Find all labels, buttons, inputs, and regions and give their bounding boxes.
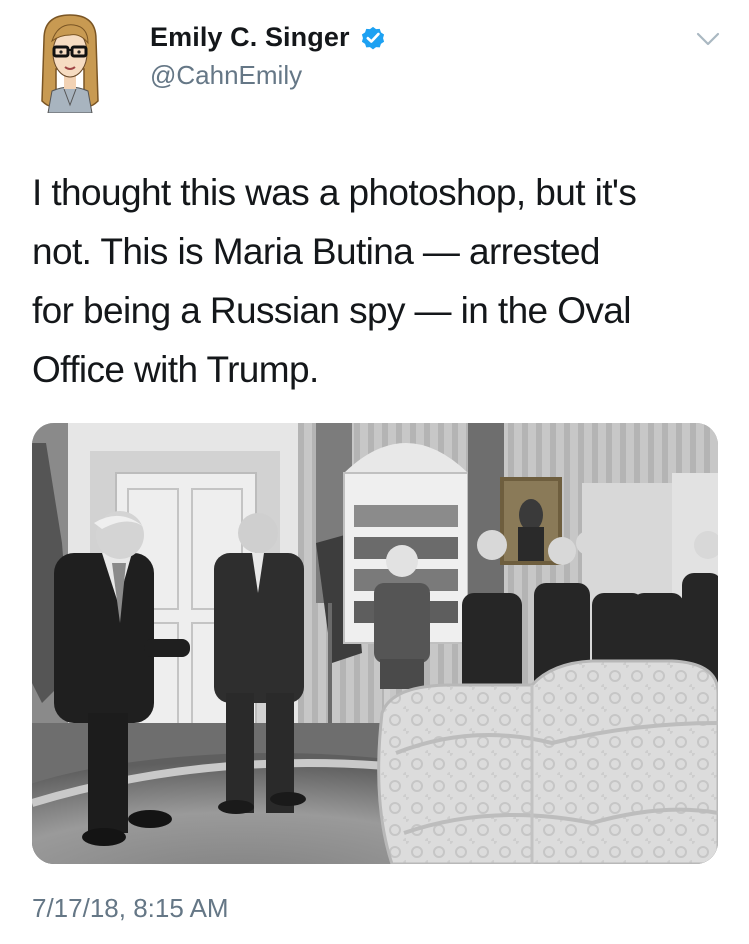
verified-badge-icon bbox=[359, 24, 387, 52]
avatar[interactable] bbox=[30, 9, 110, 113]
tweet-text: I thought this was a photoshop, but it's… bbox=[32, 172, 637, 390]
tweet-timestamp[interactable]: 7/17/18, 8:15 AM bbox=[32, 893, 229, 924]
tweet-card: Emily C. Singer @CahnEmily I thought thi… bbox=[0, 0, 749, 944]
tweet-photo[interactable] bbox=[32, 423, 718, 864]
user-handle[interactable]: @CahnEmily bbox=[150, 60, 302, 91]
name-row[interactable]: Emily C. Singer bbox=[150, 22, 387, 53]
display-name[interactable]: Emily C. Singer bbox=[150, 22, 350, 53]
chevron-down-icon[interactable] bbox=[693, 28, 723, 50]
